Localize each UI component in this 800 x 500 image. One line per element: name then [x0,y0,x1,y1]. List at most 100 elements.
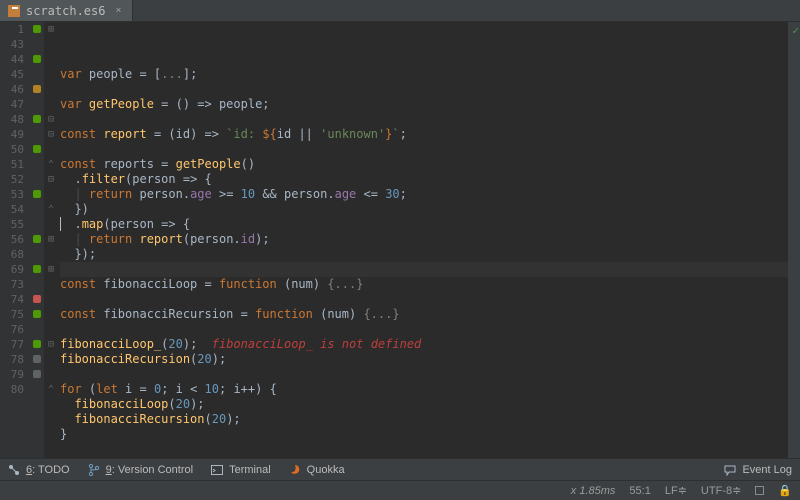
coverage-marker-empty [33,202,41,217]
fold-toggle-icon[interactable]: ⊟ [44,172,58,187]
code-line[interactable]: fibonacciRecursion(20); [60,352,788,367]
fold-toggle-icon[interactable]: ⌃ [44,157,58,172]
line-number-gutter: 1434445464748495051525354555668697374757… [0,22,30,458]
code-line[interactable] [60,292,788,307]
code-area[interactable]: var people = [...]; var getPeople = () =>… [58,22,788,458]
line-number: 46 [0,82,24,97]
fold-toggle-icon[interactable]: ⌃ [44,382,58,397]
code-line[interactable]: const reports = getPeople() [60,157,788,172]
coverage-marker-orange [33,85,41,93]
code-line[interactable]: fibonacciRecursion(20); [60,412,788,427]
fold-empty [44,322,58,337]
fold-toggle-icon[interactable]: ⊞ [44,232,58,247]
code-line[interactable]: const fibonacciRecursion = function (num… [60,307,788,322]
coverage-marker-green [33,115,41,123]
overview-ruler[interactable]: ✓ [788,22,800,458]
code-line[interactable]: .filter(person => { [60,172,788,187]
fold-empty [44,247,58,262]
fold-empty [44,37,58,52]
status-caret-position[interactable]: 55:1 [629,485,650,497]
speech-bubble-icon [724,464,736,476]
fold-empty [44,292,58,307]
coverage-marker-green [33,145,41,153]
fold-toggle-icon[interactable]: ⊞ [44,22,58,37]
status-timing: x 1.85ms [571,485,616,497]
line-number: 1 [0,22,24,37]
coverage-marker-gutter [30,22,44,458]
line-number: 55 [0,217,24,232]
fold-toggle-icon[interactable]: ⊟ [44,112,58,127]
tool-quokka[interactable]: Quokka [289,464,345,476]
code-line[interactable]: } [60,427,788,442]
line-number: 77 [0,337,24,352]
code-line[interactable]: for (let i = 0; i < 10; i++) { [60,382,788,397]
inspection-ok-icon: ✓ [792,24,799,37]
fold-empty [44,277,58,292]
coverage-marker-green [33,310,41,318]
branch-icon [88,464,100,476]
code-line[interactable] [60,322,788,337]
line-number: 43 [0,37,24,52]
line-number: 69 [0,262,24,277]
tool-window-bar: 6: TODO 9: Version Control Terminal Quok… [0,458,800,480]
code-line[interactable] [60,112,788,127]
fold-empty [44,367,58,382]
coverage-marker-gray [33,355,41,363]
coverage-marker-empty [33,157,41,172]
fold-empty [44,307,58,322]
coverage-marker-empty [33,382,41,397]
status-encoding[interactable]: UTF-8≑ [701,484,741,497]
coverage-marker-green [33,190,41,198]
code-line[interactable]: const fibonacciLoop = function (num) {..… [60,277,788,292]
fold-toggle-icon[interactable]: ⊟ [44,337,58,352]
code-line[interactable]: }); [60,247,788,262]
readonly-lock-icon[interactable]: 🔒 [778,484,792,497]
editor-tab-bar: scratch.es6 × [0,0,800,22]
tool-todo[interactable]: 6: TODO [8,464,70,476]
tool-eventlog-label: Event Log [742,464,792,476]
status-line-separator[interactable]: LF≑ [665,484,687,497]
tool-eventlog[interactable]: Event Log [724,464,792,476]
code-line[interactable] [60,367,788,382]
coverage-marker-empty [33,322,41,337]
code-line[interactable]: var people = [...]; [60,67,788,82]
fold-toggle-icon[interactable]: ⌃ [44,202,58,217]
terminal-icon [211,464,223,476]
code-line[interactable]: .map(person => { [60,217,788,232]
line-number: 79 [0,367,24,382]
fold-empty [44,52,58,67]
code-line[interactable]: | return report(person.id); [60,232,788,247]
code-line[interactable] [60,82,788,97]
inspection-indicator-icon[interactable] [755,486,764,495]
status-bar: x 1.85ms 55:1 LF≑ UTF-8≑ 🔒 [0,480,800,500]
fold-empty [44,187,58,202]
fold-toggle-icon[interactable]: ⊟ [44,127,58,142]
file-tab[interactable]: scratch.es6 × [0,0,133,21]
code-editor[interactable]: 1434445464748495051525354555668697374757… [0,22,800,458]
fold-toggle-icon[interactable]: ⊞ [44,262,58,277]
line-number: 47 [0,97,24,112]
code-line[interactable]: fibonacciLoop(20); [60,397,788,412]
tool-vcs-label: : Version Control [112,464,193,476]
fold-gutter: ⊞⊟⊟⌃⊟⌃⊞⊞⊟⌃ [44,22,58,458]
code-line[interactable] [60,142,788,157]
code-line[interactable]: const report = (id) => `id: ${id || 'unk… [60,127,788,142]
tool-terminal[interactable]: Terminal [211,464,271,476]
line-number: 52 [0,172,24,187]
code-line[interactable]: | return person.age >= 10 && person.age … [60,187,788,202]
code-line[interactable]: var getPeople = () => people; [60,97,788,112]
tool-terminal-label: Terminal [229,464,271,476]
code-line[interactable] [60,262,788,277]
coverage-marker-green [33,340,41,348]
close-icon[interactable]: × [115,5,121,16]
coverage-marker-green [33,235,41,243]
coverage-marker-empty [33,277,41,292]
coverage-marker-gray [33,370,41,378]
code-line[interactable]: fibonacciLoop_(20); fibonacciLoop_ is no… [60,337,788,352]
tab-filename: scratch.es6 [26,4,105,18]
js-file-icon [8,5,20,17]
tool-vcs[interactable]: 9: Version Control [88,464,193,476]
line-number: 75 [0,307,24,322]
code-line[interactable]: }) [60,202,788,217]
coverage-marker-empty [33,127,41,142]
